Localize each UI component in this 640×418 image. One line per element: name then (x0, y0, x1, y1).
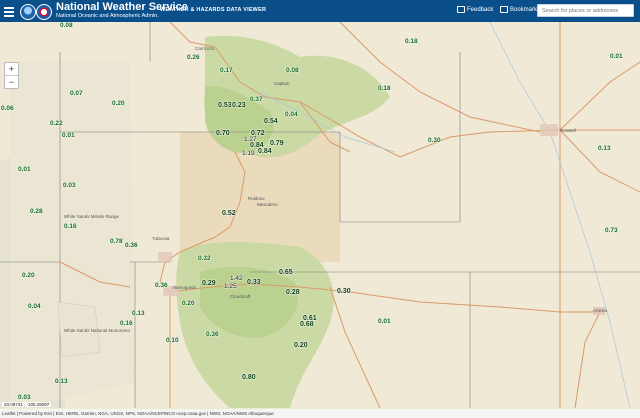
precip-value[interactable]: 0.17 (220, 67, 233, 74)
precip-value[interactable]: 0.36 (206, 331, 219, 338)
feedback-icon (457, 6, 465, 13)
site-subtitle: National Oceanic and Atmospheric Admin. (56, 13, 159, 19)
place-label: Tularosa (152, 236, 170, 241)
feedback-link[interactable]: Feedback (457, 6, 493, 13)
precip-value[interactable]: 0.79 (270, 140, 284, 147)
precip-value[interactable]: 0.01 (610, 53, 623, 60)
noaa-logo (20, 4, 36, 20)
precip-value[interactable]: 0.22 (50, 120, 63, 127)
precip-value[interactable]: 0.84 (258, 148, 272, 155)
precip-value[interactable]: 0.13 (132, 310, 145, 317)
viewer-title: WEATHER & HAZARDS DATA VIEWER (160, 7, 267, 13)
precip-value[interactable]: 0.36 (125, 242, 138, 249)
zoom-in-button[interactable]: + (5, 63, 18, 75)
precip-value[interactable]: 0.37 (250, 96, 263, 103)
precip-value[interactable]: 0.32 (198, 255, 211, 262)
zoom-control: + − (4, 62, 19, 89)
precip-value[interactable]: 0.20 (182, 300, 195, 307)
precip-value[interactable]: 0.30 (428, 137, 441, 144)
place-label: Roswell (560, 128, 576, 133)
precip-value[interactable]: 0.03 (63, 182, 76, 189)
bookmark-label: Bookmark (510, 6, 538, 13)
precip-value[interactable]: 0.13 (55, 378, 68, 385)
precip-value[interactable]: 0.16 (120, 320, 133, 327)
precip-value[interactable]: 0.18 (405, 38, 418, 45)
place-label: White Sands National Monument (64, 328, 130, 333)
precip-value[interactable]: 0.53 (218, 102, 232, 109)
precip-value[interactable]: 0.13 (598, 145, 611, 152)
map-area[interactable]: + − Carrizozo Capitan Roswell Ruidoso Me… (0, 22, 640, 408)
precip-value[interactable]: 0.28 (286, 289, 300, 296)
precip-value[interactable]: 1.25 (224, 283, 237, 290)
precip-value[interactable]: 0.03 (18, 394, 31, 401)
place-label: Carrizozo (195, 46, 215, 51)
precip-value[interactable]: 0.78 (110, 238, 123, 245)
precip-value[interactable]: 0.29 (202, 280, 216, 287)
precip-value[interactable]: 0.68 (300, 321, 314, 328)
precip-value[interactable]: 0.16 (64, 223, 77, 230)
bookmark-icon (500, 6, 508, 13)
precip-value[interactable]: 0.20 (112, 100, 125, 107)
precip-value[interactable]: 0.01 (62, 132, 75, 139)
precip-value[interactable]: 0.84 (250, 142, 264, 149)
precip-value[interactable]: 0.52 (222, 210, 236, 217)
precip-value[interactable]: 0.20 (22, 272, 35, 279)
precip-value[interactable]: 1.42 (230, 275, 243, 282)
precip-value[interactable]: 0.65 (279, 269, 293, 276)
zoom-out-button[interactable]: − (5, 75, 18, 88)
precip-value[interactable]: 0.36 (155, 282, 168, 289)
place-label: White Sands Missile Range (64, 214, 120, 219)
place-label: Artesia (593, 308, 608, 313)
precip-value[interactable]: 0.08 (60, 22, 73, 29)
feedback-label: Feedback (467, 6, 494, 13)
map-attribution: Leaflet | Powered by Esri | Esri, HERE, … (0, 409, 640, 418)
precip-value[interactable]: 0.04 (285, 111, 298, 118)
precip-value[interactable]: 0.73 (605, 227, 618, 234)
precip-value[interactable]: 0.80 (242, 374, 256, 381)
precip-value[interactable]: 0.07 (70, 90, 83, 97)
precip-value[interactable]: 0.23 (232, 102, 246, 109)
place-label: Mescalero (257, 202, 278, 207)
precip-value[interactable]: 0.28 (30, 208, 43, 215)
place-label: Cloudcroft (230, 294, 251, 299)
menu-icon[interactable] (4, 5, 14, 17)
precip-value[interactable]: 0.08 (286, 67, 299, 74)
precip-value[interactable]: 0.33 (247, 279, 261, 286)
place-label: Alamogordo (172, 285, 197, 290)
bookmark-link[interactable]: Bookmark (500, 6, 537, 13)
place-label: Ruidoso (248, 196, 265, 201)
place-label: Capitan (274, 81, 290, 86)
precip-value[interactable]: 0.20 (294, 342, 308, 349)
top-bar: National Weather Service National Oceani… (0, 0, 640, 22)
precip-value[interactable]: 0.10 (166, 337, 179, 344)
precip-value[interactable]: 0.18 (378, 85, 391, 92)
search-input[interactable] (537, 4, 634, 17)
precip-value[interactable]: 0.01 (378, 318, 391, 325)
precip-value[interactable]: 0.26 (187, 54, 200, 61)
precip-value[interactable]: 1.19 (242, 150, 255, 157)
precip-value[interactable]: 0.30 (337, 288, 351, 295)
precip-value[interactable]: 0.06 (1, 105, 14, 112)
coordinates-readout: 33.08731 , -105.29297 (2, 402, 52, 407)
precip-value[interactable]: 0.70 (216, 130, 230, 137)
precip-value[interactable]: 0.04 (28, 303, 41, 310)
precip-value[interactable]: 0.54 (264, 118, 278, 125)
precip-value[interactable]: 0.01 (18, 166, 31, 173)
nws-logo (36, 4, 52, 20)
